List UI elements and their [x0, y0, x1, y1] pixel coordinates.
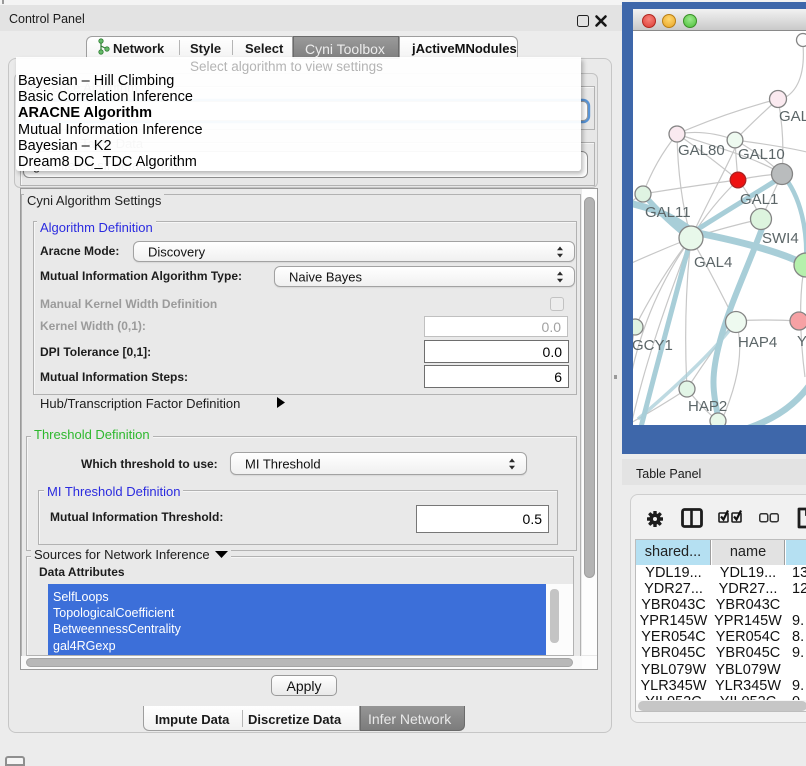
svg-text:Y: Y: [797, 333, 806, 350]
svg-text:GAL1: GAL1: [740, 191, 778, 208]
svg-text:GAL11: GAL11: [645, 204, 691, 221]
svg-text:GAL10: GAL10: [738, 146, 785, 163]
svg-text:HAP4: HAP4: [738, 334, 777, 351]
svg-text:GAL4: GAL4: [694, 254, 732, 271]
svg-text:GCY1: GCY1: [633, 337, 673, 354]
svg-text:GAL7: GAL7: [779, 108, 806, 125]
svg-text:SWI4: SWI4: [762, 230, 799, 247]
svg-text:GAL80: GAL80: [678, 142, 725, 159]
svg-text:HAP2: HAP2: [688, 398, 727, 415]
